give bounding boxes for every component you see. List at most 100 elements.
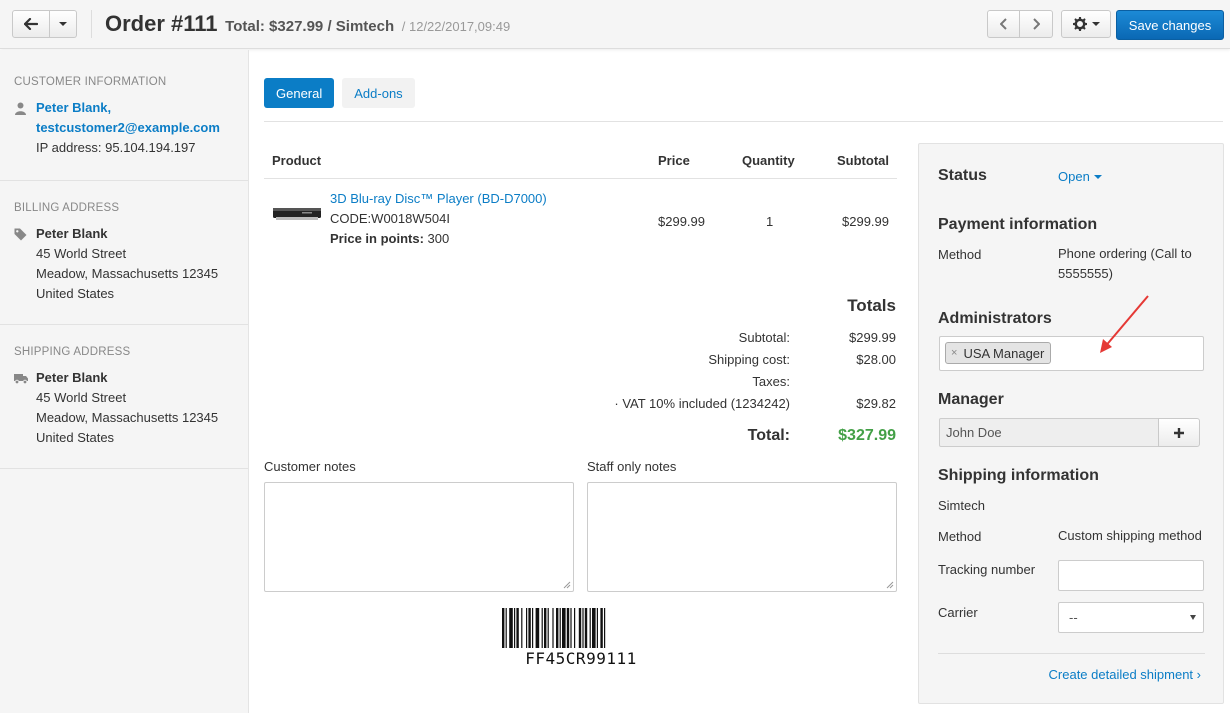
column-header-quantity: Quantity (742, 153, 795, 168)
barcode-bar (582, 608, 584, 648)
customer-info-heading: Customer information (14, 76, 167, 88)
billing-street: 45 World Street (36, 246, 127, 261)
product-thumbnail (273, 208, 321, 220)
product-points-value: 300 (427, 231, 450, 246)
shipping-cost-label: Shipping cost: (708, 352, 790, 367)
arrow-left-icon (24, 18, 38, 30)
products-table-header: Product Price Quantity Subtotal (264, 145, 897, 179)
products-table: Product Price Quantity Subtotal 3D Blu-r… (264, 145, 897, 265)
resize-grip-icon[interactable] (886, 581, 894, 589)
caret-down-icon (59, 22, 67, 26)
taxes-label: Taxes: (752, 374, 790, 389)
barcode-bar (526, 608, 528, 648)
column-header-subtotal: Subtotal (837, 153, 889, 168)
billing-address-heading: Billing address (14, 202, 120, 214)
billing-address-body: Peter Blank 45 World Street Meadow, Mass… (14, 224, 234, 304)
shipping-company: Simtech (938, 498, 985, 513)
barcode-bar (600, 608, 603, 648)
vat-value: $29.82 (856, 396, 896, 411)
barcode-bar (566, 608, 570, 648)
back-button[interactable] (12, 10, 50, 38)
status-dropdown[interactable]: Open (1058, 169, 1102, 184)
product-name-link[interactable]: 3D Blu-ray Disc™ Player (BD-D7000) (330, 191, 547, 206)
column-header-product: Product (272, 153, 322, 168)
order-title-block: Order #111 Total: $327.99 / Simtech / 12… (105, 11, 510, 37)
create-shipment-link[interactable]: Create detailed shipment › (1049, 667, 1201, 682)
caret-down-icon (1190, 615, 1196, 620)
billing-address-section: Billing address Peter Blank 45 World Str… (0, 181, 248, 325)
shipping-city: Meadow, Massachusetts 12345 (36, 410, 219, 425)
column-header-price: Price (658, 153, 690, 168)
barcode-bar (596, 608, 598, 648)
save-changes-button[interactable]: Save changes (1116, 10, 1224, 40)
page-title: Order #111 (105, 11, 218, 36)
prev-order-button[interactable] (987, 10, 1020, 38)
barcode-bar (584, 608, 588, 648)
product-info: 3D Blu-ray Disc™ Player (BD-D7000) CODE:… (330, 189, 547, 249)
barcode-text: FF45CR99111 (525, 649, 637, 668)
shipping-address-heading: Shipping address (14, 346, 131, 358)
barcode-bar (505, 608, 507, 648)
billing-name: Peter Blank (36, 226, 108, 241)
back-dropdown-toggle[interactable] (50, 10, 77, 38)
vat-label: · VAT 10% included (1234242) (614, 396, 790, 411)
tag-icon (14, 228, 27, 241)
totals-row-taxes: Taxes: (264, 374, 897, 394)
payment-method-label: Method (938, 247, 982, 262)
totals-heading: Totals (847, 296, 896, 315)
shipping-method-value: Custom shipping method (1058, 528, 1202, 543)
carrier-selected-value: -- (1069, 610, 1078, 625)
chevron-right-icon (1033, 18, 1040, 30)
tab-addons[interactable]: Add-ons (342, 78, 415, 108)
barcode-bar (502, 608, 505, 648)
barcode-bar (528, 608, 531, 648)
barcode-bar (604, 608, 606, 648)
barcode-bar (592, 608, 596, 648)
table-row: 3D Blu-ray Disc™ Player (BD-D7000) CODE:… (264, 179, 897, 265)
barcode-image (502, 608, 606, 648)
carrier-label: Carrier (938, 605, 978, 620)
resize-grip-icon[interactable] (563, 581, 571, 589)
header-divider (91, 10, 92, 38)
tracking-number-input[interactable] (1058, 560, 1204, 591)
customer-email-link[interactable]: testcustomer2@example.com (36, 120, 220, 135)
back-button-group (12, 10, 77, 38)
totals-row-shipping: Shipping cost: $28.00 (264, 352, 897, 372)
remove-tag-icon[interactable]: × (951, 347, 957, 359)
add-manager-button[interactable] (1158, 418, 1200, 447)
order-date: / 12/22/2017,09:49 (401, 19, 511, 34)
customer-notes-textarea[interactable] (264, 482, 574, 592)
caret-down-icon (1093, 174, 1102, 179)
tab-general[interactable]: General (264, 78, 335, 108)
page-header: Order #111 Total: $327.99 / Simtech / 12… (0, 0, 1230, 49)
payment-info-heading: Payment information (938, 216, 1098, 233)
shipping-street: 45 World Street (36, 390, 127, 405)
total-label: Total: (747, 427, 790, 444)
manager-field[interactable]: John Doe (939, 418, 1159, 447)
barcode-bar (516, 608, 519, 648)
customer-ip: IP address: 95.104.194.197 (36, 140, 196, 155)
next-order-button[interactable] (1020, 10, 1053, 38)
billing-city: Meadow, Massachusetts 12345 (36, 266, 219, 281)
plus-icon (1174, 427, 1184, 438)
gear-icon (1072, 17, 1087, 31)
product-points-label: Price in points: (330, 231, 424, 246)
settings-dropdown-button[interactable] (1061, 10, 1111, 38)
barcode-bar (514, 608, 516, 648)
tabs-divider (264, 121, 1223, 122)
carrier-select[interactable]: -- (1058, 602, 1204, 633)
administrators-select[interactable]: × USA Manager (939, 336, 1204, 371)
caret-down-icon (1091, 22, 1100, 26)
customer-info-body: Peter Blank, testcustomer2@example.com I… (14, 98, 234, 158)
shipping-info-heading: Shipping information (938, 467, 1099, 484)
barcode-bar (589, 608, 591, 648)
total-value: $327.99 (838, 427, 896, 444)
staff-notes-textarea[interactable] (587, 482, 897, 592)
barcode-bar (556, 608, 559, 648)
status-heading: Status (938, 167, 987, 184)
customer-info-section: Customer information Peter Blank, testcu… (0, 50, 248, 181)
barcode-bar (570, 608, 572, 648)
order-tabs: General Add-ons (264, 78, 423, 108)
customer-name-link[interactable]: Peter Blank, (36, 100, 111, 115)
barcode-bar (547, 608, 549, 648)
